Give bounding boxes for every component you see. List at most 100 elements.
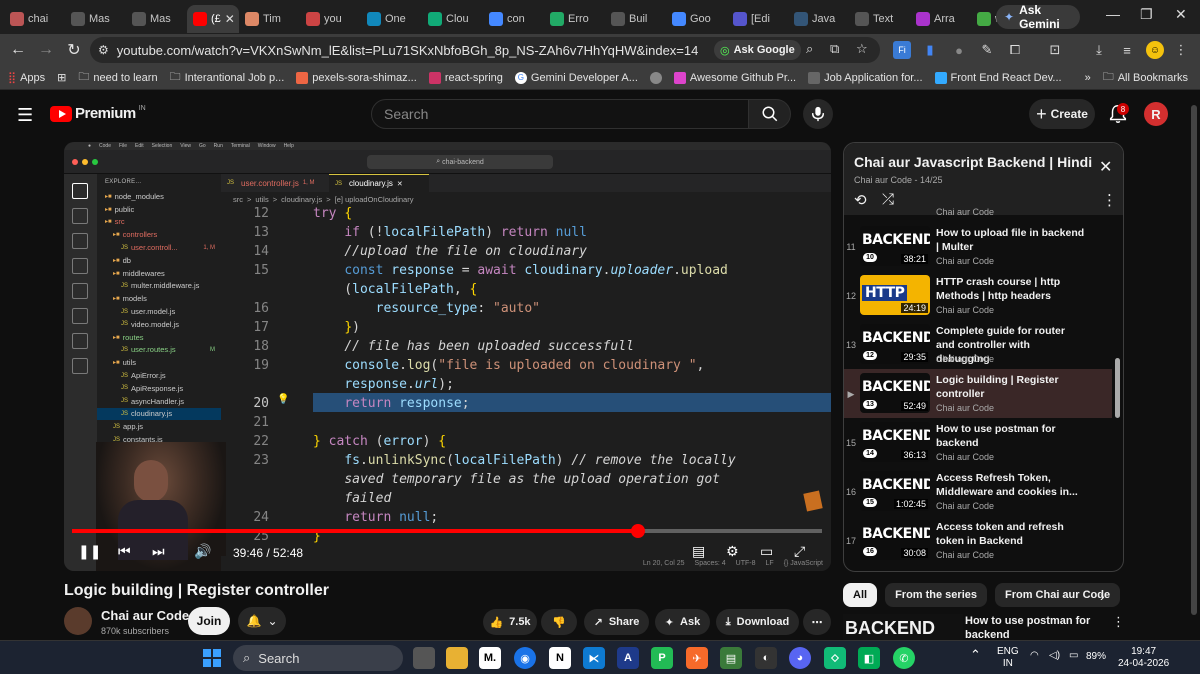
previous-icon[interactable]: ⏮: [118, 543, 131, 560]
shuffle-icon[interactable]: ⤮: [882, 191, 894, 208]
volume-icon[interactable]: 🔊: [194, 543, 211, 560]
dislike-button[interactable]: 👎: [541, 609, 577, 635]
playlist-item[interactable]: 15 BACKEND 14 36:13 How to use postman for b…: [844, 418, 1112, 467]
browser-tab[interactable]: Buil: [605, 5, 666, 33]
bookmark-international-job[interactable]: 🗀 Interantional Job p...: [170, 68, 285, 87]
browser-tab[interactable]: Erro: [544, 5, 605, 33]
loop-icon[interactable]: ⟲: [854, 191, 867, 209]
vscode-icon[interactable]: ⧔: [583, 647, 605, 669]
fullscreen-icon[interactable]: ⤢: [794, 543, 805, 560]
youtube-logo[interactable]: Premium IN: [50, 105, 146, 122]
playlist-menu-icon[interactable]: ⋮: [1102, 191, 1117, 209]
discord-icon[interactable]: ◕: [789, 647, 811, 669]
settings-gear-icon[interactable]: ⚙: [726, 543, 739, 560]
more-bookmarks-icon[interactable]: »: [1085, 72, 1091, 84]
close-playlist-icon[interactable]: ✕: [1099, 157, 1112, 177]
search-button[interactable]: [748, 99, 791, 129]
playlist-item[interactable]: 17 BACKEND 16 30:08 Access token and refresh…: [844, 516, 1112, 565]
page-scroll-thumb[interactable]: [1191, 105, 1197, 615]
channel-avatar[interactable]: [64, 607, 92, 635]
bookmark-globe[interactable]: [649, 71, 662, 84]
recommended-title[interactable]: How to use postman for backend: [965, 614, 1105, 642]
task-view-icon[interactable]: [413, 647, 435, 669]
whatsapp-icon[interactable]: ✆: [893, 647, 915, 669]
playlist-item[interactable]: 13 BACKEND 12 29:35 Complete guide for route…: [844, 320, 1112, 369]
profile-avatar[interactable]: ☺: [1146, 41, 1164, 59]
playlist-scroll-thumb[interactable]: [1115, 358, 1120, 418]
voice-search-button[interactable]: [803, 99, 833, 129]
browser-tab[interactable]: Arra: [910, 5, 971, 33]
extension-gray-icon[interactable]: ●: [950, 41, 968, 59]
download-icon[interactable]: ⤓: [1090, 41, 1108, 59]
browser-tab[interactable]: One: [361, 5, 422, 33]
video-progress-bar[interactable]: [72, 524, 822, 538]
chrome-icon[interactable]: ◉: [514, 647, 536, 669]
playlist-item[interactable]: 16 BACKEND 15 1:02:45 Access Refresh Token, …: [844, 467, 1112, 516]
bookmark-awesome-github[interactable]: Awesome Github Pr...: [673, 71, 796, 84]
chip-all[interactable]: All: [843, 583, 878, 607]
more-actions-icon[interactable]: ⋯: [803, 609, 831, 635]
bookmark-frontend-react[interactable]: Front End React Dev...: [934, 71, 1062, 84]
playlist-item[interactable]: 11 BACKEND 10 38:21 How to upload file in ba…: [844, 222, 1112, 271]
browser-tab[interactable]: Mas: [65, 5, 126, 33]
clock[interactable]: 19:47 24-04-2026: [1118, 646, 1169, 670]
windows-start-icon[interactable]: [201, 647, 223, 669]
minimize-icon[interactable]: —: [1106, 6, 1120, 22]
maps-icon[interactable]: ⬦: [824, 647, 846, 669]
miniplayer-icon[interactable]: ▭: [760, 543, 773, 560]
taskbar-search[interactable]: ⌕ Search: [233, 645, 403, 671]
bookmark-react-spring[interactable]: react-spring: [428, 71, 503, 84]
download-button[interactable]: ⤓ Download: [716, 609, 799, 635]
address-bar[interactable]: ⚙ youtube.com/watch?v=VKXnSwNm_lE&list=P…: [90, 37, 880, 63]
extension-pen-icon[interactable]: ✎: [978, 41, 996, 59]
bookmark-need-to-learn[interactable]: 🗀 need to learn: [78, 68, 157, 87]
share-button[interactable]: ↗ Share: [584, 609, 649, 635]
ask-button[interactable]: ✦ Ask: [655, 609, 710, 635]
all-bookmarks[interactable]: 🗀 All Bookmarks: [1103, 68, 1188, 87]
ask-google-button[interactable]: ◎ Ask Google: [714, 40, 801, 60]
bookmark-job-application[interactable]: Job Application for...: [808, 71, 923, 84]
create-button[interactable]: + Create: [1029, 99, 1095, 129]
language-indicator[interactable]: ENG IN: [997, 646, 1019, 670]
ask-gemini-button[interactable]: ✦ Ask Gemini: [996, 3, 1080, 31]
zoom-icon[interactable]: ⌕: [806, 41, 813, 57]
file-explorer-icon[interactable]: [446, 647, 468, 669]
bookmark-pexels[interactable]: pexels-sora-shimaz...: [296, 71, 417, 84]
media-control-icon[interactable]: ≡: [1118, 41, 1136, 59]
channel-name[interactable]: Chai aur Code: [101, 608, 189, 623]
browser-menu-icon[interactable]: ⋮: [1172, 41, 1190, 59]
playlist-item[interactable]: ▶ BACKEND 13 52:49 Logic building | Register…: [844, 369, 1112, 418]
battery-icon[interactable]: ▭: [1069, 650, 1078, 662]
azure-icon[interactable]: A: [617, 647, 639, 669]
terminal-app-icon[interactable]: ▤: [720, 647, 742, 669]
page-scrollbar[interactable]: [1188, 95, 1200, 635]
recommended-thumbnail[interactable]: BACKEND: [843, 614, 963, 640]
browser-tab[interactable]: Mas: [126, 5, 187, 33]
dev-app-icon[interactable]: P: [651, 647, 673, 669]
search-input[interactable]: Search: [371, 99, 749, 129]
tab-search-icon[interactable]: ⊡: [1046, 41, 1064, 59]
grid-icon[interactable]: ⊞: [57, 71, 66, 84]
browser-tab[interactable]: Tim: [239, 5, 300, 33]
url-text[interactable]: youtube.com/watch?v=VKXnSwNm_lE&list=PLu…: [117, 43, 699, 58]
bookmark-star-icon[interactable]: ☆: [856, 41, 868, 57]
close-window-icon[interactable]: ✕: [1175, 6, 1187, 23]
maximize-icon[interactable]: ❐: [1140, 6, 1153, 23]
like-button[interactable]: 👍 7.5k: [483, 609, 537, 635]
playlist-scrollbar[interactable]: [1113, 215, 1122, 571]
subtitles-icon[interactable]: ▤: [692, 543, 705, 560]
extension-docs-icon[interactable]: ▮: [921, 41, 939, 59]
wifi-icon[interactable]: ◠: [1030, 650, 1039, 662]
hamburger-menu-icon[interactable]: ☰: [17, 105, 33, 126]
notion-icon[interactable]: N: [549, 647, 571, 669]
site-info-icon[interactable]: ⚙: [98, 43, 109, 57]
back-icon[interactable]: ←: [4, 41, 32, 59]
next-icon[interactable]: ⏭: [152, 543, 165, 560]
chip-from-series[interactable]: From the series: [885, 583, 987, 607]
close-tab-icon[interactable]: ✕: [225, 12, 235, 26]
bookmark-gemini-dev[interactable]: G Gemini Developer A...: [514, 71, 638, 84]
nvidia-icon[interactable]: ◧: [858, 647, 880, 669]
video-player[interactable]: ● Code File Edit Selection View Go Run Terminal W…: [64, 142, 831, 571]
subscribed-notifications-button[interactable]: 🔔 ⌄: [238, 607, 286, 635]
browser-tab[interactable]: con: [483, 5, 544, 33]
